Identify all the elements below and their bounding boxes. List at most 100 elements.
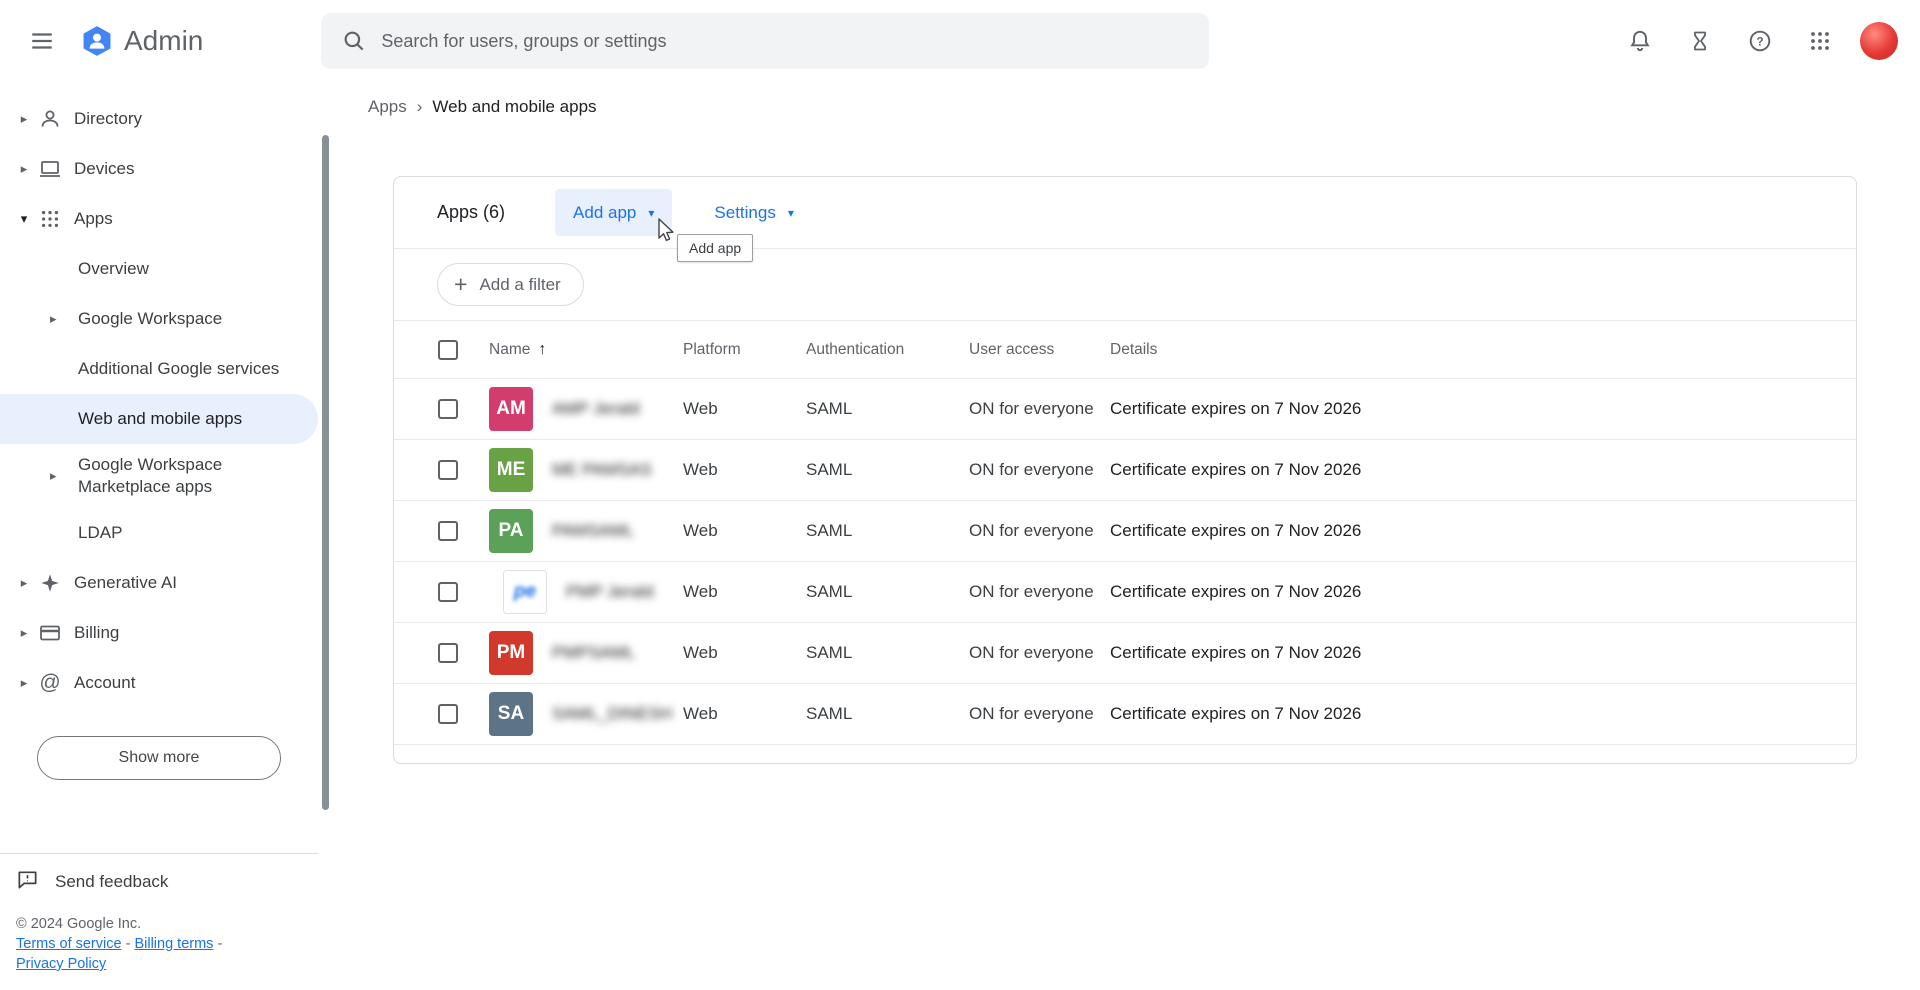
- sidebar-item-label: Overview: [78, 258, 149, 280]
- details-cell: Certificate expires on 7 Nov 2026: [1110, 521, 1856, 541]
- row-checkbox[interactable]: [438, 460, 458, 480]
- admin-logo-icon: [80, 24, 114, 58]
- sidebar-item-billing[interactable]: ▸ Billing: [0, 608, 318, 658]
- sidebar-item-ldap[interactable]: LDAP: [0, 508, 318, 558]
- admin-logo[interactable]: Admin: [80, 24, 203, 58]
- authentication-cell: SAML: [806, 704, 969, 724]
- svg-text:?: ?: [1756, 34, 1763, 48]
- details-cell: Certificate expires on 7 Nov 2026: [1110, 460, 1856, 480]
- sidebar-scrollbar[interactable]: [322, 135, 329, 810]
- table-row[interactable]: PM PMPSAML Web SAML ON for everyone Cert…: [394, 623, 1856, 684]
- apps-list-card: Apps (6) Add app ▾ Settings ▾ + Add a fi…: [393, 176, 1857, 764]
- sidebar-footer: © 2024 Google Inc. Terms of service - Bi…: [0, 900, 318, 990]
- sidebar-item-directory[interactable]: ▸ Directory: [0, 94, 318, 144]
- expand-arrow-icon[interactable]: ▸: [12, 111, 36, 127]
- app-name: SAML_DINESH: [552, 704, 672, 724]
- sidebar-item-google-workspace-marketplace-apps[interactable]: ▸ Google Workspace Marketplace apps: [0, 444, 318, 508]
- sidebar-item-label: Web and mobile apps: [78, 408, 242, 430]
- filter-bar: + Add a filter: [394, 249, 1856, 320]
- column-header-name[interactable]: Name: [489, 341, 530, 359]
- row-checkbox[interactable]: [438, 643, 458, 663]
- app-launcher-button[interactable]: [1800, 21, 1840, 61]
- authentication-cell: SAML: [806, 582, 969, 602]
- table-row[interactable]: ME ME PAMSAS Web SAML ON for everyone Ce…: [394, 440, 1856, 501]
- help-button[interactable]: ?: [1740, 21, 1780, 61]
- send-feedback-button[interactable]: Send feedback: [0, 854, 318, 900]
- app-launcher-grid-icon: [1808, 29, 1832, 53]
- collapse-arrow-icon[interactable]: ▾: [12, 211, 36, 227]
- billing-terms-link[interactable]: Billing terms: [134, 936, 213, 952]
- app-name: ME PAMSAS: [552, 460, 652, 480]
- details-cell: Certificate expires on 7 Nov 2026: [1110, 704, 1856, 724]
- app-avatar: pe: [503, 570, 547, 614]
- notifications-button[interactable]: [1620, 21, 1660, 61]
- app-avatar: AM: [489, 387, 533, 431]
- sidebar-item-label: Generative AI: [74, 573, 177, 593]
- user-access-cell: ON for everyone: [969, 704, 1110, 724]
- platform-cell: Web: [683, 704, 806, 724]
- expand-arrow-icon[interactable]: ▸: [50, 468, 78, 484]
- settings-button[interactable]: Settings ▾: [700, 189, 807, 236]
- search-input[interactable]: [381, 31, 1189, 52]
- sidebar-item-overview[interactable]: Overview: [0, 244, 318, 294]
- app-avatar: SA: [489, 692, 533, 736]
- feedback-label: Send feedback: [55, 872, 168, 892]
- sidebar-item-apps[interactable]: ▾ Apps: [0, 194, 318, 244]
- table-row[interactable]: SA SAML_DINESH Web SAML ON for everyone …: [394, 684, 1856, 745]
- sidebar-item-additional-google-services[interactable]: Additional Google services: [0, 344, 318, 394]
- expand-arrow-icon[interactable]: ▸: [12, 161, 36, 177]
- sidebar: ▸ Directory ▸ Devices ▾: [0, 82, 332, 990]
- row-checkbox[interactable]: [438, 582, 458, 602]
- row-checkbox[interactable]: [438, 399, 458, 419]
- show-more-button[interactable]: Show more: [37, 736, 281, 780]
- sidebar-item-generative-ai[interactable]: ▸ Generative AI: [0, 558, 318, 608]
- expand-arrow-icon[interactable]: ▸: [50, 311, 78, 327]
- platform-cell: Web: [683, 521, 806, 541]
- column-header-authentication: Authentication: [806, 341, 969, 359]
- sidebar-item-label: Billing: [74, 623, 119, 643]
- expand-arrow-icon[interactable]: ▸: [12, 575, 36, 591]
- sidebar-item-web-and-mobile-apps[interactable]: Web and mobile apps: [0, 394, 318, 444]
- column-header-platform: Platform: [683, 341, 806, 359]
- authentication-cell: SAML: [806, 521, 969, 541]
- bell-icon: [1627, 28, 1653, 54]
- breadcrumb-apps-link[interactable]: Apps: [368, 97, 407, 117]
- column-header-user-access: User access: [969, 341, 1110, 359]
- person-icon: [36, 107, 64, 131]
- user-access-cell: ON for everyone: [969, 521, 1110, 541]
- user-access-cell: ON for everyone: [969, 399, 1110, 419]
- chevron-down-icon: ▾: [648, 206, 654, 220]
- user-avatar[interactable]: [1860, 22, 1898, 60]
- hamburger-icon: [29, 28, 55, 54]
- devices-icon: [36, 157, 64, 181]
- platform-cell: Web: [683, 460, 806, 480]
- topbar-actions: ?: [1620, 21, 1898, 61]
- terms-of-service-link[interactable]: Terms of service: [16, 936, 122, 952]
- row-checkbox[interactable]: [438, 521, 458, 541]
- table-row[interactable]: pe PMP Jerald Web SAML ON for everyone C…: [394, 562, 1856, 623]
- tasks-button[interactable]: [1680, 21, 1720, 61]
- user-access-cell: ON for everyone: [969, 460, 1110, 480]
- sidebar-item-label: Devices: [74, 159, 134, 179]
- privacy-policy-link[interactable]: Privacy Policy: [16, 956, 106, 972]
- row-checkbox[interactable]: [438, 704, 458, 724]
- sidebar-item-devices[interactable]: ▸ Devices: [0, 144, 318, 194]
- expand-arrow-icon[interactable]: ▸: [12, 675, 36, 691]
- sort-ascending-icon[interactable]: ↑: [538, 341, 546, 359]
- menu-button[interactable]: [18, 17, 66, 65]
- app-avatar: PA: [489, 509, 533, 553]
- platform-cell: Web: [683, 643, 806, 663]
- add-filter-button[interactable]: + Add a filter: [437, 263, 584, 306]
- sidebar-item-google-workspace[interactable]: ▸ Google Workspace: [0, 294, 318, 344]
- apps-toolbar: Apps (6) Add app ▾ Settings ▾: [394, 177, 1856, 249]
- search-bar[interactable]: [321, 13, 1209, 69]
- page-title: Apps (6): [437, 202, 505, 223]
- add-app-button[interactable]: Add app ▾: [555, 189, 672, 236]
- table-row[interactable]: PA PAMSAML Web SAML ON for everyone Cert…: [394, 501, 1856, 562]
- details-cell: Certificate expires on 7 Nov 2026: [1110, 399, 1856, 419]
- expand-arrow-icon[interactable]: ▸: [12, 625, 36, 641]
- select-all-checkbox[interactable]: [438, 340, 458, 360]
- sidebar-item-account[interactable]: ▸ @ Account: [0, 658, 318, 708]
- table-row[interactable]: AM AMP Jerald Web SAML ON for everyone C…: [394, 379, 1856, 440]
- at-sign-icon: @: [36, 671, 64, 695]
